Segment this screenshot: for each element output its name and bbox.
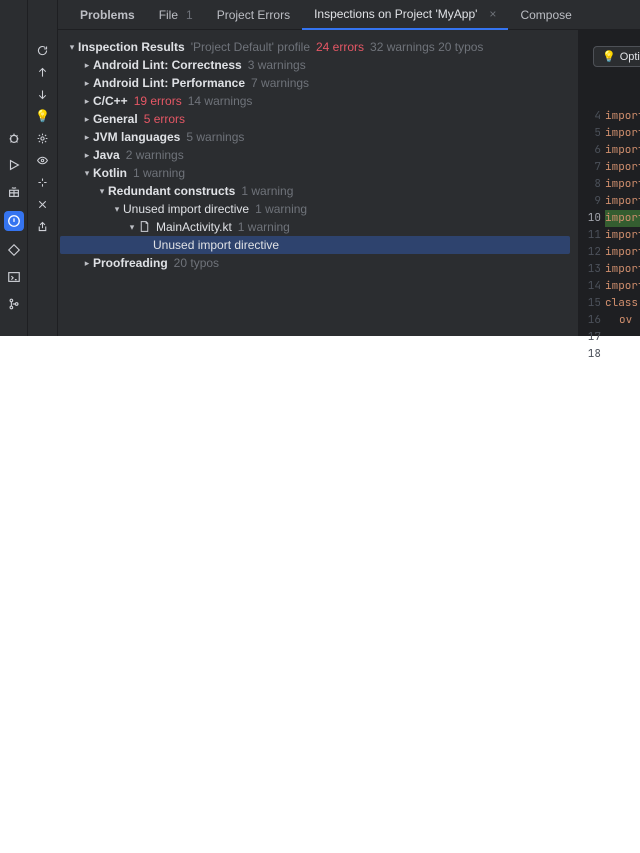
git-icon[interactable] <box>6 296 22 312</box>
left-tool-strip <box>0 0 28 336</box>
tab-project-errors[interactable]: Project Errors <box>205 0 302 30</box>
tree-item[interactable]: ▾Unused import directive1 warning <box>60 200 578 218</box>
tree-item[interactable]: ▸Proofreading20 typos <box>60 254 578 272</box>
tab-bar: Problems File1 Project Errors Inspection… <box>58 0 640 30</box>
tab-problems[interactable]: Problems <box>68 0 147 30</box>
tab-file[interactable]: File1 <box>147 0 205 30</box>
target-icon[interactable] <box>35 174 51 190</box>
close-icon[interactable]: × <box>489 7 496 21</box>
export-icon[interactable] <box>35 218 51 234</box>
bulb-icon: 💡 <box>602 50 616 63</box>
main-area: Problems File1 Project Errors Inspection… <box>58 0 640 336</box>
code-preview: importimportimportimportimportimportimpo… <box>605 108 640 329</box>
tree-item[interactable]: ▸Java2 warnings <box>60 146 578 164</box>
terminal-icon[interactable] <box>6 269 22 285</box>
run-icon[interactable] <box>6 157 22 173</box>
tree-item[interactable]: ▸JVM languages5 warnings <box>60 128 578 146</box>
diamond-icon[interactable] <box>6 242 22 258</box>
close-icon[interactable] <box>35 196 51 212</box>
tree-item[interactable]: Unused import directive <box>60 236 570 254</box>
tab-compose[interactable]: Compose <box>508 0 583 30</box>
inspection-tree[interactable]: ▾Inspection Results'Project Default' pro… <box>58 30 578 336</box>
tree-item[interactable]: ▸C/C++19 errors14 warnings <box>60 92 578 110</box>
problems-icon[interactable] <box>4 211 24 231</box>
tree-root[interactable]: ▾Inspection Results'Project Default' pro… <box>60 38 578 56</box>
tree-item[interactable]: ▸Android Lint: Correctness3 warnings <box>60 56 578 74</box>
tree-item[interactable]: ▸General5 errors <box>60 110 578 128</box>
bug-icon[interactable] <box>6 130 22 146</box>
tree-item[interactable]: ▾MainActivity.kt1 warning <box>60 218 578 236</box>
line-gutter: 456789101112131415161718 <box>579 108 601 363</box>
tree-item[interactable]: ▸Android Lint: Performance7 warnings <box>60 74 578 92</box>
down-arrow-icon[interactable] <box>35 86 51 102</box>
optimize-button[interactable]: 💡 Opti <box>593 46 640 67</box>
gift-icon[interactable] <box>6 184 22 200</box>
editor-preview: 💡 Opti 456789101112131415161718 importim… <box>578 30 640 336</box>
eye-icon[interactable] <box>35 152 51 168</box>
content-row: ▾Inspection Results'Project Default' pro… <box>58 30 640 336</box>
tree-item[interactable]: ▾Kotlin1 warning <box>60 164 578 182</box>
tree-item[interactable]: ▾Redundant constructs1 warning <box>60 182 578 200</box>
file-icon <box>138 220 152 234</box>
ide-panel: 💡 Problems File1 Project Errors Inspecti… <box>0 0 640 336</box>
refresh-icon[interactable] <box>35 42 51 58</box>
tab-inspections[interactable]: Inspections on Project 'MyApp'× <box>302 0 508 30</box>
inspection-toolbar: 💡 <box>28 0 58 336</box>
gear-icon[interactable] <box>35 130 51 146</box>
up-arrow-icon[interactable] <box>35 64 51 80</box>
bulb-icon[interactable]: 💡 <box>35 108 51 124</box>
empty-area <box>0 336 640 853</box>
